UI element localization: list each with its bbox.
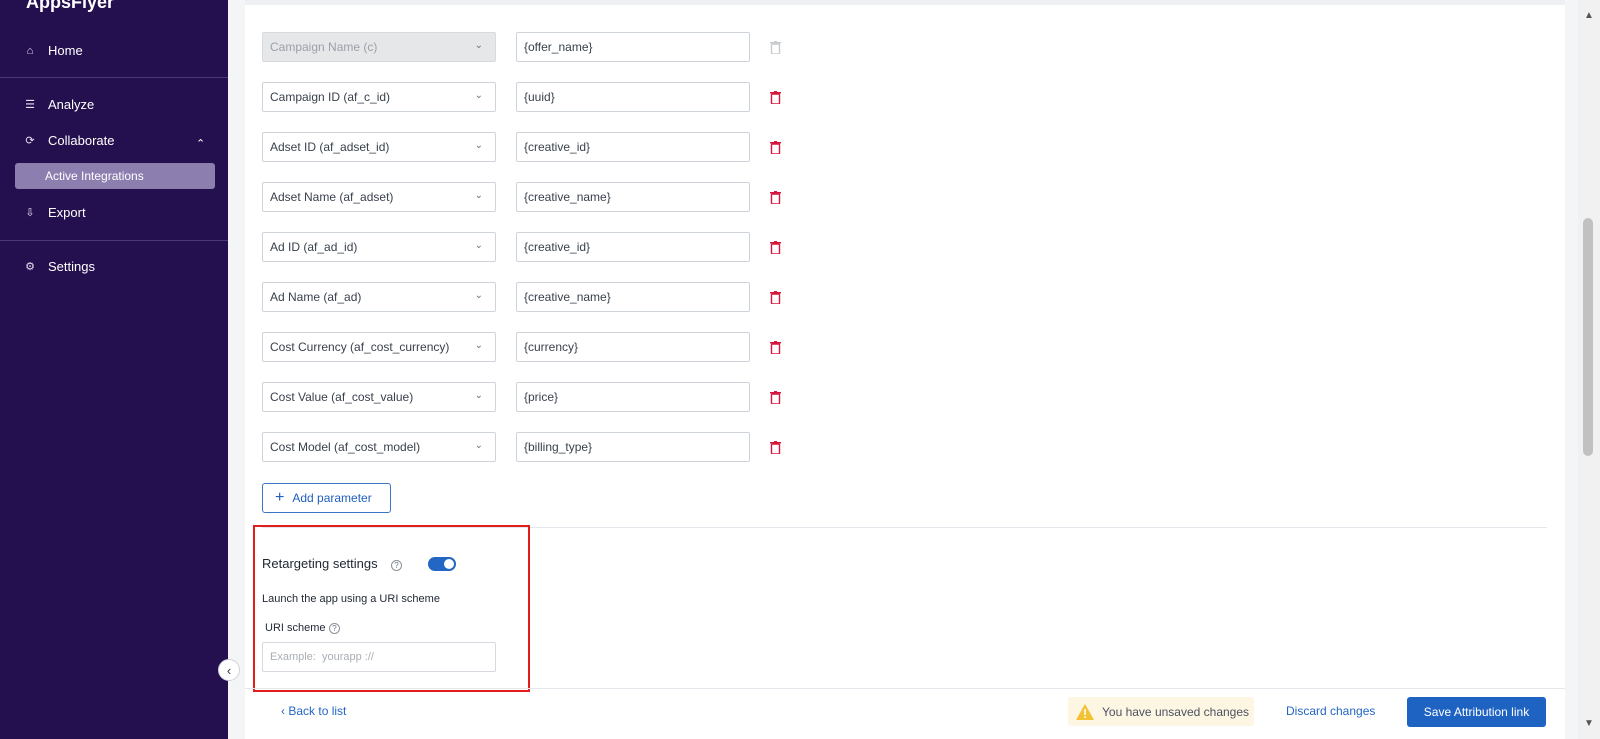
sidebar-item-label: Home [48, 43, 83, 58]
parameter-value-input[interactable]: {price} [516, 382, 750, 412]
sidebar-item-label: Export [48, 205, 86, 220]
chevron-down-icon: ⌄ [474, 140, 483, 151]
warning-icon [1076, 703, 1094, 720]
chevron-down-icon: ⌄ [474, 40, 483, 51]
export-icon: ⇩ [25, 207, 35, 219]
parameter-select-label: Adset Name (af_adset) [270, 190, 394, 204]
chevron-down-icon: ⌄ [474, 390, 483, 401]
uri-scheme-input[interactable] [262, 642, 496, 672]
sidebar-item-label: Collaborate [48, 133, 115, 148]
sidebar-item-label: Analyze [48, 97, 95, 112]
home-icon: ⌂ [26, 44, 34, 57]
plus-icon: + [275, 489, 285, 506]
chevron-down-icon: ⌄ [474, 440, 483, 451]
sidebar: AppsFlyer ⌂ Home ☰ Analyze ⟳ Collaborate… [0, 0, 228, 739]
collaborate-icon: ⟳ [25, 135, 35, 147]
launch-app-text: Launch the app using a URI scheme [262, 593, 440, 605]
parameter-select-label: Cost Value (af_cost_value) [270, 390, 414, 404]
parameter-value-input[interactable]: {uuid} [516, 82, 750, 112]
appsflyer-logo: AppsFlyer [26, 0, 115, 12]
parameter-value-input[interactable]: {billing_type} [516, 432, 750, 462]
parameter-value-input[interactable]: {creative_name} [516, 182, 750, 212]
delete-icon[interactable] [768, 239, 782, 255]
parameter-value-input[interactable]: {currency} [516, 332, 750, 362]
sidebar-item-collaborate[interactable]: ⟳ Collaborate [22, 133, 115, 148]
parameter-select-label: Cost Currency (af_cost_currency) [270, 340, 450, 354]
discard-changes-button[interactable]: Discard changes [1286, 704, 1375, 718]
parameter-select-label: Adset ID (af_adset_id) [270, 140, 390, 154]
parameter-select[interactable]: Cost Model (af_cost_model) ⌄ [262, 432, 496, 462]
parameter-select-label: Campaign Name (c) [270, 40, 378, 54]
parameter-select-label: Ad ID (af_ad_id) [270, 240, 358, 254]
sidebar-item-export[interactable]: ⇩ Export [22, 205, 86, 220]
toggle-knob [444, 559, 454, 569]
sidebar-divider [0, 240, 228, 241]
parameter-select[interactable]: Ad ID (af_ad_id) ⌄ [262, 232, 496, 262]
sidebar-item-analyze[interactable]: ☰ Analyze [22, 97, 94, 112]
delete-icon[interactable] [768, 289, 782, 305]
sidebar-item-active-integrations[interactable]: Active Integrations [15, 163, 215, 189]
help-icon[interactable]: ? [329, 623, 340, 634]
chevron-down-icon: ⌄ [474, 340, 483, 351]
parameter-select[interactable]: Cost Value (af_cost_value) ⌄ [262, 382, 496, 412]
parameter-select[interactable]: Campaign ID (af_c_id) ⌄ [262, 82, 496, 112]
delete-icon[interactable] [768, 339, 782, 355]
delete-icon [768, 39, 782, 55]
save-attribution-link-button[interactable]: Save Attribution link [1407, 697, 1546, 727]
add-parameter-label: Add parameter [292, 491, 372, 505]
chevron-down-icon: ⌄ [474, 190, 483, 201]
parameter-select[interactable]: Adset Name (af_adset) ⌄ [262, 182, 496, 212]
unsaved-changes-text: You have unsaved changes [1102, 704, 1250, 719]
delete-icon[interactable] [768, 439, 782, 455]
collapse-sidebar-button[interactable]: ‹ [218, 659, 240, 681]
delete-icon[interactable] [768, 139, 782, 155]
scroll-up-icon[interactable]: ▲ [1584, 10, 1594, 21]
back-to-list-link[interactable]: ‹ Back to list [281, 704, 346, 718]
sidebar-item-settings[interactable]: ⚙ Settings [22, 259, 95, 274]
delete-icon[interactable] [768, 189, 782, 205]
parameter-select-label: Cost Model (af_cost_model) [270, 440, 421, 454]
chevron-down-icon: ⌄ [474, 290, 483, 301]
footer-divider [245, 688, 1565, 689]
sidebar-item-label: Settings [48, 259, 95, 274]
parameter-value-input[interactable]: {creative_name} [516, 282, 750, 312]
help-icon[interactable]: ? [391, 560, 402, 571]
sidebar-divider [0, 77, 228, 78]
parameter-select: Campaign Name (c) ⌄ [262, 32, 496, 62]
chevron-down-icon: ⌄ [474, 240, 483, 251]
parameter-value-input[interactable]: {creative_id} [516, 232, 750, 262]
analyze-icon: ☰ [25, 99, 35, 111]
back-label: Back to list [288, 704, 347, 718]
sidebar-item-home[interactable]: ⌂ Home [22, 43, 83, 58]
parameter-select[interactable]: Adset ID (af_adset_id) ⌄ [262, 132, 496, 162]
delete-icon[interactable] [768, 89, 782, 105]
retargeting-title: Retargeting settings [262, 556, 378, 571]
chevron-down-icon: ⌄ [474, 90, 483, 101]
add-parameter-button[interactable]: + Add parameter [262, 483, 391, 513]
delete-icon[interactable] [768, 389, 782, 405]
scrollbar-thumb[interactable] [1583, 218, 1593, 456]
parameter-select-label: Ad Name (af_ad) [270, 290, 362, 304]
gear-icon: ⚙ [25, 261, 35, 273]
parameter-value-input[interactable]: {creative_id} [516, 132, 750, 162]
uri-scheme-label: URI scheme [265, 622, 326, 634]
chevron-up-icon[interactable]: ⌃ [196, 137, 205, 150]
parameter-value-input[interactable]: {offer_name} [516, 32, 750, 62]
parameter-select[interactable]: Ad Name (af_ad) ⌄ [262, 282, 496, 312]
unsaved-changes-banner: You have unsaved changes [1068, 697, 1254, 726]
scroll-down-icon[interactable]: ▼ [1584, 718, 1594, 729]
parameter-select[interactable]: Cost Currency (af_cost_currency) ⌄ [262, 332, 496, 362]
parameter-select-label: Campaign ID (af_c_id) [270, 90, 391, 104]
retargeting-toggle[interactable] [428, 557, 456, 571]
